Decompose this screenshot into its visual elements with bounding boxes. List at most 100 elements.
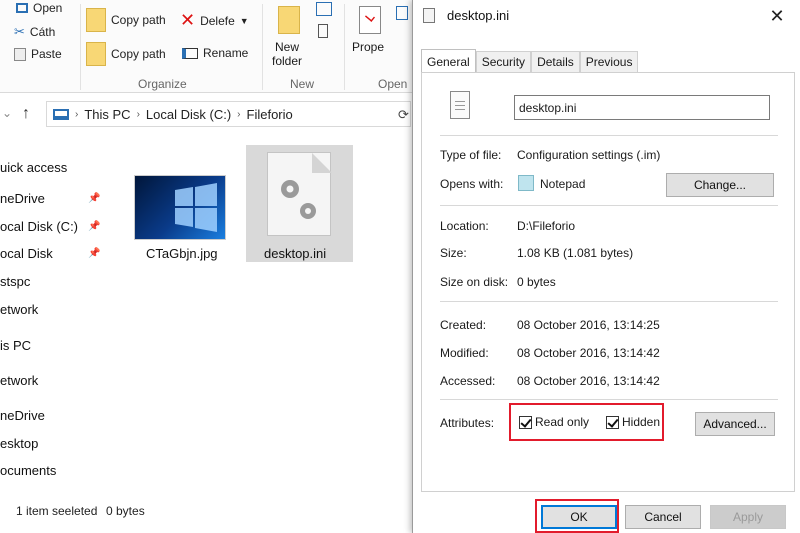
new-item-icon[interactable]: [316, 2, 332, 16]
breadcrumb[interactable]: › This PC › Local Disk (C:) › Fileforio: [46, 101, 411, 127]
crumb-separator-icon: ›: [136, 108, 140, 120]
divider: [440, 399, 778, 400]
ok-highlight-frame: [535, 499, 619, 533]
refresh-icon[interactable]: ⟳: [398, 107, 409, 123]
group-organize-label: Organize: [138, 77, 187, 91]
settings-file-icon: [267, 152, 332, 236]
open-button[interactable]: Open: [16, 1, 62, 15]
paste-button[interactable]: Paste: [14, 47, 62, 61]
up-arrow-icon[interactable]: ↑: [22, 105, 30, 123]
pc-icon: [53, 108, 69, 120]
nav-local-disk[interactable]: ocal Disk: [0, 246, 53, 261]
cut-button[interactable]: ✂ Cáth: [14, 24, 55, 40]
scissors-icon: ✂: [14, 24, 25, 39]
copy-path-label: Copy path: [111, 13, 166, 27]
cancel-button[interactable]: Cancel: [625, 505, 701, 529]
properties-icon: [359, 6, 381, 34]
address-bar: ⌄ ↑ › This PC › Local Disk (C:) › Filefo…: [0, 99, 420, 131]
divider: [440, 205, 778, 206]
notepad-icon: [518, 175, 534, 191]
new-folder-button[interactable]: New folder: [272, 40, 302, 68]
copy-path-label: Copy path: [111, 47, 166, 61]
tab-previous[interactable]: Previous: [579, 51, 639, 72]
type-of-file-label: Type of file:: [440, 148, 502, 162]
file-name-ini[interactable]: desktop.ini: [264, 246, 326, 261]
crumb-this-pc[interactable]: This PC: [84, 107, 130, 122]
pin-icon: 📌: [88, 221, 101, 232]
rename-button[interactable]: Rename: [182, 46, 248, 60]
tab-security[interactable]: Security: [475, 51, 532, 72]
copy-path-button-2[interactable]: Copy path: [86, 42, 166, 66]
opens-with-label: Opens with:: [440, 177, 504, 191]
attributes-highlight-frame: [509, 403, 664, 441]
created-label: Created:: [440, 318, 487, 332]
delete-button[interactable]: ✕ Delefe ▼: [180, 10, 249, 31]
recent-locations-icon[interactable]: ⌄: [2, 106, 12, 120]
size-on-disk-value: 0 bytes: [517, 275, 556, 289]
copy-path-button[interactable]: Copy path: [86, 8, 166, 32]
pin-icon: 📌: [88, 193, 101, 204]
tab-general[interactable]: General: [421, 49, 476, 73]
nav-onedrive-2[interactable]: neDrive: [0, 408, 45, 423]
nav-network[interactable]: etwork: [0, 302, 38, 317]
attributes-label: Attributes:: [440, 416, 495, 430]
image-thumbnail[interactable]: [134, 175, 226, 240]
file-name-input-value: desktop.ini: [519, 100, 577, 115]
crumb-fileforio[interactable]: Fileforio: [247, 107, 293, 122]
chevron-down-icon: ▼: [239, 15, 249, 26]
paste-icon: [14, 47, 26, 61]
nav-documents[interactable]: ocuments: [0, 463, 56, 478]
folder-icon: [86, 42, 106, 66]
nav-quick-access[interactable]: uick access: [0, 160, 67, 175]
folder-icon: [86, 8, 106, 32]
size-value: 1.08 KB (1.081 bytes): [517, 246, 634, 260]
file-name-jpg[interactable]: CTaGbjn.jpg: [146, 246, 218, 261]
open-label: Open: [33, 1, 63, 15]
dialog-title: desktop.ini: [447, 8, 510, 23]
dialog-titlebar[interactable]: desktop.ini ✕: [413, 0, 800, 31]
nav-desktop[interactable]: esktop: [0, 436, 38, 451]
easy-access-icon[interactable]: [318, 24, 328, 38]
modified-value: 08 October 2016, 13:14:42: [517, 346, 660, 360]
rename-icon: [182, 47, 198, 59]
nav-network-2[interactable]: etwork: [0, 373, 38, 388]
nav-local-disk-c[interactable]: ocal Disk (C:): [0, 219, 78, 234]
open-small-icon[interactable]: [396, 6, 408, 20]
divider: [440, 135, 778, 136]
status-selection: 1 item seeleted: [16, 504, 98, 518]
crumb-separator-icon: ›: [75, 108, 79, 120]
modified-label: Modified:: [440, 346, 489, 360]
ribbon-divider: [80, 4, 81, 90]
apply-button[interactable]: Apply: [710, 505, 786, 529]
file-icon: [450, 91, 470, 119]
properties-button[interactable]: Prope: [352, 40, 384, 54]
close-icon[interactable]: ✕: [759, 4, 795, 28]
open-icon: [16, 3, 28, 13]
document-icon: [423, 8, 435, 23]
delete-x-icon: ✕: [180, 10, 196, 30]
opens-with-value: Notepad: [540, 177, 586, 191]
accessed-label: Accessed:: [440, 374, 496, 388]
tab-details[interactable]: Details: [531, 51, 580, 72]
status-bar: 1 item seeleted 0 bytes: [0, 500, 412, 530]
ribbon-divider: [344, 4, 345, 90]
advanced-button[interactable]: Advanced...: [695, 412, 775, 436]
change-button[interactable]: Change...: [666, 173, 774, 197]
crumb-local-disk[interactable]: Local Disk (C:): [146, 107, 231, 122]
windows-logo-icon: [175, 183, 217, 232]
crumb-separator-icon: ›: [237, 108, 241, 120]
group-new-label: New: [290, 77, 315, 91]
status-size: 0 bytes: [106, 504, 145, 518]
pin-icon: 📌: [88, 248, 101, 259]
delete-label: Delefe: [200, 13, 235, 28]
divider: [440, 301, 778, 302]
file-name-input[interactable]: desktop.ini: [514, 95, 770, 120]
location-value: D:\Fileforio: [517, 219, 576, 233]
group-open-label: Open: [378, 77, 408, 91]
nav-testspc[interactable]: stspc: [0, 274, 30, 289]
rename-label: Rename: [203, 46, 249, 60]
ribbon-divider: [262, 4, 263, 90]
nav-onedrive[interactable]: neDrive: [0, 191, 45, 206]
nav-this-pc[interactable]: is PC: [0, 338, 31, 353]
created-value: 08 October 2016, 13:14:25: [517, 318, 660, 332]
